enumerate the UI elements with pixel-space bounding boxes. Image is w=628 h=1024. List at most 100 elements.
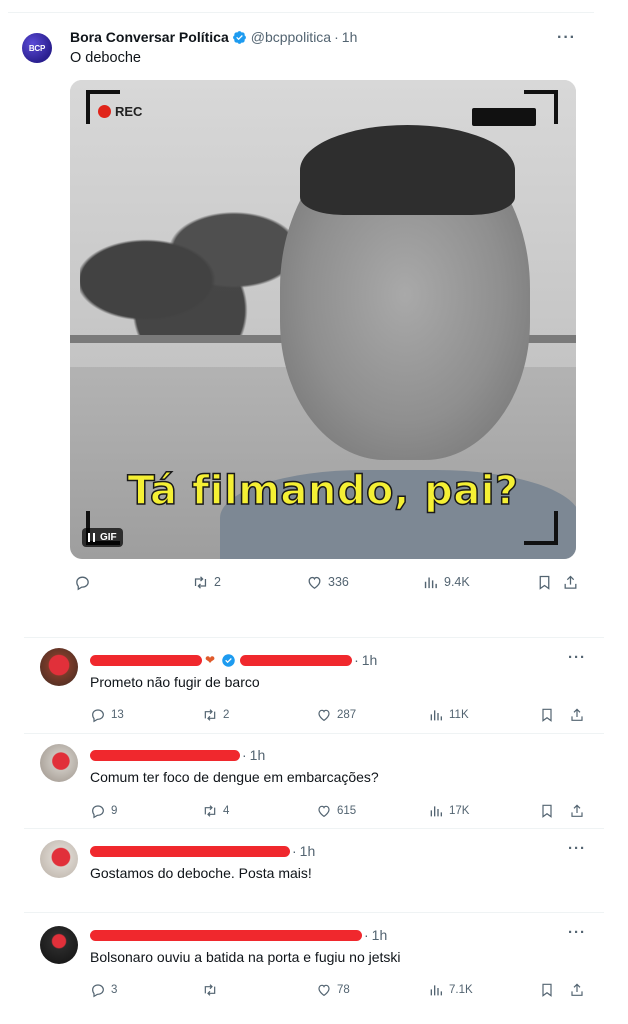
timestamp[interactable]: 1h <box>250 747 266 763</box>
bookmark-button[interactable] <box>539 979 555 1001</box>
verified-badge-icon <box>232 30 246 44</box>
share-icon <box>571 804 583 817</box>
views-icon <box>430 806 442 817</box>
share-button[interactable] <box>569 979 585 1001</box>
like-count: 287 <box>337 709 357 721</box>
verified-badge-icon <box>222 653 235 667</box>
more-icon[interactable]: ··· <box>568 840 586 857</box>
share-icon <box>564 575 577 589</box>
retweet-button[interactable]: 2 <box>192 571 221 593</box>
reply-tweet[interactable]: · 1h ··· Bolsonaro ouviu a batida na por… <box>24 912 604 1012</box>
redacted-name <box>90 845 290 857</box>
timestamp[interactable]: 1h <box>362 652 378 668</box>
views-icon <box>424 577 437 588</box>
redacted-name <box>90 929 362 941</box>
avatar[interactable] <box>40 648 78 686</box>
retweet-count: 4 <box>223 805 230 817</box>
tweet-text: Bolsonaro ouviu a batida na porta e fugi… <box>90 949 401 965</box>
record-dot-icon <box>98 105 111 118</box>
avatar-text: BCP <box>28 43 46 53</box>
avatar[interactable] <box>40 744 78 782</box>
separator-dot: · <box>292 843 297 859</box>
author-handle[interactable]: @bcppolitica <box>251 29 331 45</box>
like-button[interactable]: 287 <box>316 704 356 726</box>
separator-dot: · <box>334 29 339 45</box>
share-button[interactable] <box>562 571 579 593</box>
tweet-gif[interactable]: REC Tá filmando, pai? GIF <box>70 80 576 559</box>
timestamp[interactable]: 1h <box>300 843 316 859</box>
reply-tweet[interactable]: · 1h Comum ter foco de dengue em embarca… <box>24 733 604 828</box>
redacted-name <box>90 749 240 761</box>
views-button[interactable]: 9.4K <box>422 571 470 593</box>
timestamp[interactable]: 1h <box>342 29 358 45</box>
share-button[interactable] <box>569 704 585 726</box>
reply-button[interactable]: 3 <box>90 979 117 1001</box>
rec-label: REC <box>115 104 143 119</box>
tweet-text: Prometo não fugir de barco <box>90 674 260 690</box>
retweet-icon <box>194 575 207 589</box>
timestamp[interactable]: 1h <box>372 927 388 943</box>
views-button[interactable]: 17K <box>428 800 469 822</box>
reply-tweet[interactable]: · 1h ··· Gostamos do deboche. Posta mais… <box>24 828 604 888</box>
share-button[interactable] <box>569 800 585 822</box>
more-icon[interactable]: ··· <box>568 649 586 666</box>
redacted-handle <box>240 654 353 666</box>
tweet-header: ❤ · 1h <box>90 651 377 669</box>
tweet-header: · 1h <box>90 842 315 860</box>
avatar[interactable] <box>40 926 78 964</box>
tweet-header: · 1h <box>90 746 265 764</box>
avatar[interactable] <box>40 840 78 878</box>
bookmark-button[interactable] <box>536 571 553 593</box>
tweet-actions: 2 336 9.4K <box>72 571 580 593</box>
bookmark-button[interactable] <box>539 800 555 822</box>
more-icon[interactable]: ··· <box>568 924 586 941</box>
like-button[interactable]: 78 <box>316 979 350 1001</box>
views-count: 7.1K <box>449 984 473 996</box>
main-tweet[interactable]: BCP Bora Conversar Política @bcppolitica… <box>8 12 594 602</box>
reply-tweet[interactable]: ❤ · 1h ··· Prometo não fugir de barco 13… <box>24 637 604 733</box>
tweet-actions: 3 78 7.1K <box>90 979 590 999</box>
separator-dot: · <box>364 927 369 943</box>
person-hair <box>300 125 515 215</box>
author-name[interactable]: Bora Conversar Política <box>70 29 229 45</box>
retweet-icon <box>204 805 216 817</box>
views-button[interactable]: 11K <box>428 704 469 726</box>
viewfinder-corner <box>524 511 558 545</box>
retweet-button[interactable] <box>202 979 223 1001</box>
redacted-name <box>90 654 202 666</box>
reply-icon <box>76 576 89 590</box>
views-count: 17K <box>449 805 470 817</box>
views-icon <box>430 985 442 996</box>
rec-indicator: REC <box>98 104 142 119</box>
bookmark-icon <box>542 708 552 722</box>
tweet-header: Bora Conversar Política @bcppolitica · 1… <box>70 27 357 47</box>
retweet-icon <box>204 984 216 996</box>
retweet-button[interactable]: 2 <box>202 704 229 726</box>
reply-button[interactable]: 13 <box>90 704 124 726</box>
like-count: 78 <box>337 984 350 996</box>
tweet-text: Comum ter foco de dengue em embarcações? <box>90 769 379 785</box>
separator-dot: · <box>354 652 359 668</box>
views-count: 9.4K <box>444 575 470 589</box>
like-button[interactable]: 615 <box>316 800 356 822</box>
like-button[interactable]: 336 <box>306 571 349 593</box>
tweet-text: O deboche <box>70 50 141 66</box>
gif-badge[interactable]: GIF <box>82 528 123 547</box>
like-count: 336 <box>328 575 349 589</box>
avatar[interactable]: BCP <box>22 33 52 63</box>
like-icon <box>318 709 330 722</box>
views-button[interactable]: 7.1K <box>428 979 473 1001</box>
more-icon[interactable]: ··· <box>557 29 576 47</box>
reply-count: 9 <box>111 805 118 817</box>
background-plant <box>80 190 300 340</box>
views-icon <box>430 710 442 721</box>
pause-icon <box>88 533 95 542</box>
bookmark-button[interactable] <box>539 704 555 726</box>
gif-caption: Tá filmando, pai? <box>127 467 519 515</box>
retweet-button[interactable]: 4 <box>202 800 229 822</box>
reply-button[interactable] <box>74 571 91 593</box>
reply-button[interactable]: 9 <box>90 800 117 822</box>
bookmark-icon <box>542 804 552 818</box>
reply-count: 13 <box>111 709 124 721</box>
share-icon <box>571 983 583 996</box>
